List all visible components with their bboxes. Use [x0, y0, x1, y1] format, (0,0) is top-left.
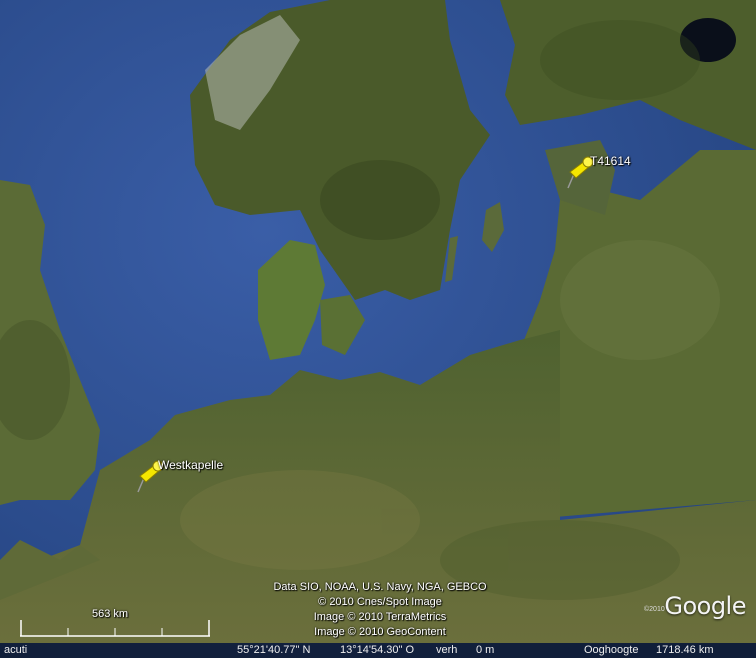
placemark-label[interactable]: Westkapelle: [158, 458, 223, 472]
satellite-imagery[interactable]: [0, 0, 756, 658]
attribution-line: Image © 2010 TerraMetrics: [313, 611, 447, 623]
streaming-label: verh: [436, 644, 458, 656]
scale-bar: [20, 620, 210, 637]
google-logo: Google: [664, 592, 746, 620]
latitude-readout: 55°21'40.77" N: [237, 644, 311, 656]
logo-copyright: ©2010: [644, 606, 665, 613]
placemark-label[interactable]: T41614: [590, 154, 631, 168]
map-view[interactable]: T41614 Westkapelle Data SIO, NOAA, U.S. …: [0, 0, 756, 658]
elevation-readout: 0 m: [476, 644, 495, 656]
attribution-line: © 2010 Cnes/Spot Image: [318, 596, 442, 608]
status-bar: acuti 55°21'40.77" N 13°14'54.30" O verh…: [0, 643, 756, 658]
status-left-text: acuti: [4, 644, 28, 656]
eye-altitude-label: Ooghoogte: [584, 644, 639, 656]
longitude-readout: 13°14'54.30" O: [340, 644, 415, 656]
attribution-line: Data SIO, NOAA, U.S. Navy, NGA, GEBCO: [273, 581, 487, 593]
attribution-line: Image © 2010 GeoContent: [314, 626, 446, 638]
eye-altitude-value: 1718.46 km: [656, 644, 714, 656]
